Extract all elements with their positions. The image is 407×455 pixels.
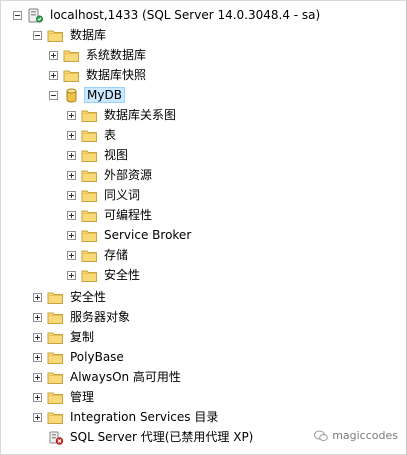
expand-toggle[interactable]	[67, 270, 76, 280]
expand-toggle[interactable]	[67, 150, 76, 160]
folder-icon	[63, 48, 80, 63]
tree-node-system-databases[interactable]: 系统数据库	[49, 45, 148, 65]
folder-icon	[47, 390, 64, 405]
tree-node-label: 服务器对象	[70, 310, 131, 324]
expand-toggle[interactable]	[67, 250, 76, 260]
tree-node-mydb-child[interactable]: 同义词	[67, 185, 142, 205]
expand-toggle[interactable]	[33, 332, 42, 342]
tree-node-top-level[interactable]: AlwaysOn 高可用性	[33, 367, 183, 387]
tree-node-label: 表	[104, 128, 117, 142]
tree-node-label: 存储	[104, 248, 129, 262]
tree-node-database-snapshots[interactable]: 数据库快照	[49, 65, 148, 85]
expand-toggle[interactable]	[49, 50, 58, 60]
expand-toggle[interactable]	[67, 130, 76, 140]
tree-node-mydb-child[interactable]: 可编程性	[67, 205, 154, 225]
tree-node-mydb-child[interactable]: 表	[67, 125, 118, 145]
tree-node-top-level[interactable]: 安全性	[33, 287, 108, 307]
folder-icon	[81, 108, 98, 123]
tree-node-mydb-child[interactable]: 存储	[67, 245, 130, 265]
tree-node-label: 同义词	[104, 188, 141, 202]
tree-node-label: 复制	[70, 330, 95, 344]
tree-node-databases[interactable]: 数据库	[33, 25, 108, 45]
tree-node-mydb-child[interactable]: Service Broker	[67, 225, 193, 245]
expand-toggle[interactable]	[67, 230, 76, 240]
folder-icon	[47, 290, 64, 305]
folder-icon	[81, 148, 98, 163]
sql-agent-label: SQL Server 代理(已禁用代理 XP)	[70, 430, 254, 444]
server-icon	[27, 8, 44, 23]
folder-icon	[63, 68, 80, 83]
expand-toggle[interactable]	[67, 170, 76, 180]
expand-toggle[interactable]	[49, 70, 58, 80]
collapse-toggle[interactable]	[49, 90, 58, 100]
folder-icon	[47, 28, 64, 43]
folder-icon	[81, 268, 98, 283]
folder-icon	[81, 128, 98, 143]
tree-node-top-level[interactable]: 管理	[33, 387, 96, 407]
expand-toggle[interactable]	[33, 352, 42, 362]
folder-icon	[81, 168, 98, 183]
folder-icon	[81, 208, 98, 223]
expand-toggle[interactable]	[67, 210, 76, 220]
object-explorer: localhost,1433 (SQL Server 14.0.3048.4 -…	[0, 0, 407, 455]
folder-icon	[47, 370, 64, 385]
tree-node-mydb-child[interactable]: 安全性	[67, 265, 142, 285]
tree-node-label: 视图	[104, 148, 129, 162]
tree-node-label: AlwaysOn 高可用性	[70, 370, 181, 384]
expand-toggle[interactable]	[33, 412, 42, 422]
tree-node-top-level[interactable]: 复制	[33, 327, 96, 347]
folder-icon	[47, 410, 64, 425]
mydb-label: MyDB	[84, 87, 125, 103]
tree-node-label: Service Broker	[104, 228, 192, 242]
folder-icon	[47, 330, 64, 345]
tree-node-mydb-child[interactable]: 视图	[67, 145, 130, 165]
tree-node-top-level[interactable]: Integration Services 目录	[33, 407, 220, 427]
system-databases-label: 系统数据库	[86, 48, 147, 62]
tree-node-label: Integration Services 目录	[70, 410, 219, 424]
database-snapshots-label: 数据库快照	[86, 68, 147, 82]
tree-node-top-level[interactable]: PolyBase	[33, 347, 126, 367]
wechat-icon	[314, 430, 328, 442]
collapse-toggle[interactable]	[33, 30, 42, 40]
folder-icon	[81, 248, 98, 263]
watermark: magiccodes	[314, 429, 398, 442]
tree-node-mydb[interactable]: MyDB	[49, 85, 125, 105]
database-icon	[63, 88, 80, 103]
expand-toggle[interactable]	[33, 372, 42, 382]
expand-toggle[interactable]	[33, 312, 42, 322]
databases-label: 数据库	[70, 28, 107, 42]
tree-node-label: 安全性	[104, 268, 141, 282]
folder-icon	[47, 350, 64, 365]
tree-node-label: 数据库关系图	[104, 108, 177, 122]
collapse-toggle[interactable]	[13, 10, 22, 20]
folder-icon	[81, 228, 98, 243]
tree-node-label: 管理	[70, 390, 95, 404]
tree-node-label: 可编程性	[104, 208, 153, 222]
tree-node-label: 安全性	[70, 290, 107, 304]
server-label: localhost,1433 (SQL Server 14.0.3048.4 -…	[50, 8, 321, 22]
expand-toggle[interactable]	[67, 110, 76, 120]
tree-node-server[interactable]: localhost,1433 (SQL Server 14.0.3048.4 -…	[13, 5, 322, 25]
tree-node-label: PolyBase	[70, 350, 124, 364]
sql-agent-disabled-icon	[47, 430, 64, 445]
watermark-text: magiccodes	[332, 429, 398, 442]
expand-toggle[interactable]	[33, 292, 42, 302]
tree-node-mydb-child[interactable]: 外部资源	[67, 165, 154, 185]
folder-icon	[81, 188, 98, 203]
tree-node-mydb-child[interactable]: 数据库关系图	[67, 105, 178, 125]
tree-node-label: 外部资源	[104, 168, 153, 182]
tree-node-sql-agent[interactable]: SQL Server 代理(已禁用代理 XP)	[33, 427, 255, 447]
expand-toggle[interactable]	[67, 190, 76, 200]
folder-icon	[47, 310, 64, 325]
expand-toggle[interactable]	[33, 392, 42, 402]
tree-node-top-level[interactable]: 服务器对象	[33, 307, 132, 327]
